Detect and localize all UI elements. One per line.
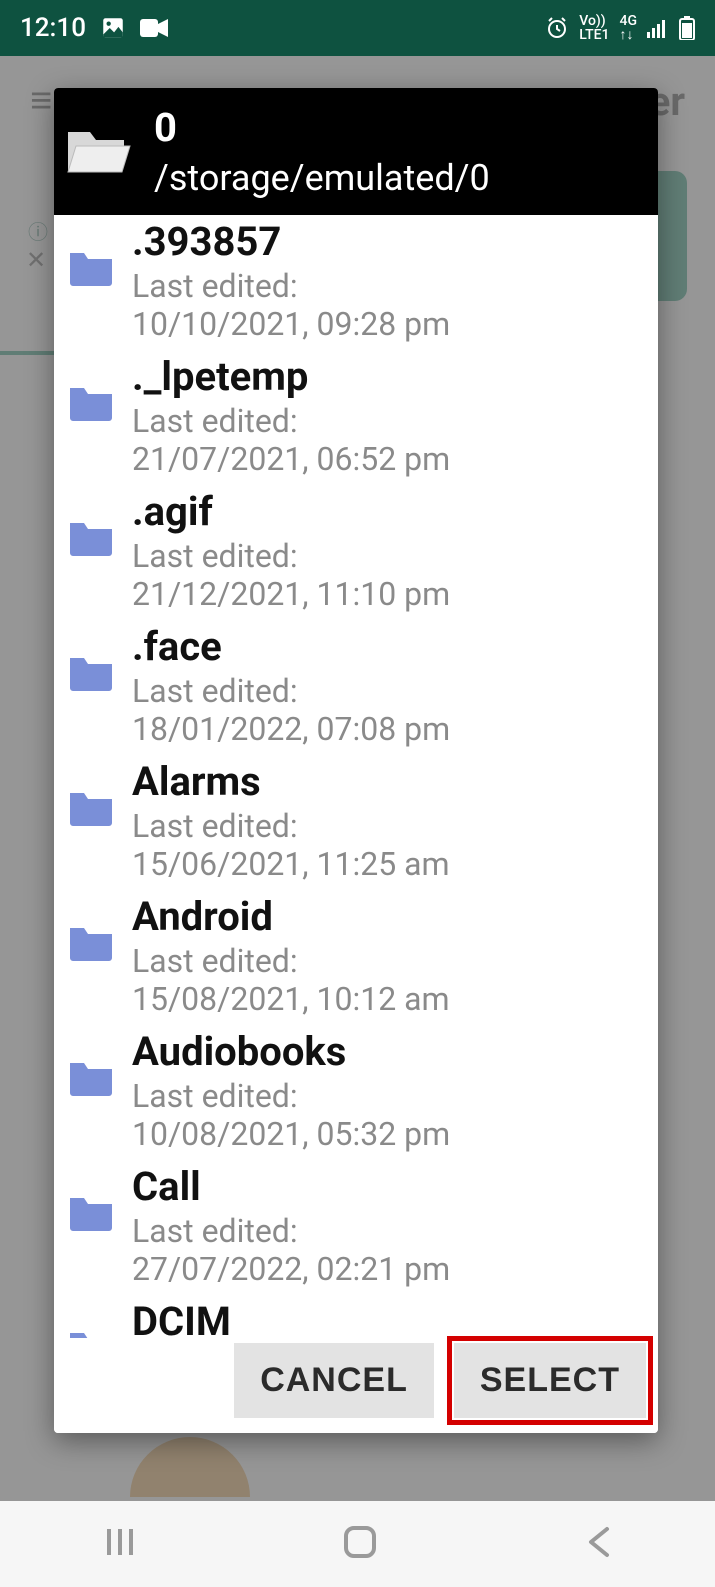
- folder-icon: [68, 517, 114, 561]
- list-item-text: AudiobooksLast edited:10/08/2021, 05:32 …: [132, 1029, 450, 1153]
- item-date: 21/07/2021, 06:52 pm: [132, 440, 450, 478]
- list-item[interactable]: AudiobooksLast edited:10/08/2021, 05:32 …: [62, 1025, 658, 1160]
- list-item[interactable]: .agifLast edited:21/12/2021, 11:10 pm: [62, 485, 658, 620]
- folder-icon: [68, 1192, 114, 1236]
- list-item-text: .393857Last edited:10/10/2021, 09:28 pm: [132, 219, 450, 343]
- item-name: Alarms: [132, 759, 450, 805]
- status-left: 12:10: [20, 13, 168, 43]
- folder-icon: [68, 787, 114, 831]
- list-item-text: AndroidLast edited:15/08/2021, 10:12 am: [132, 894, 450, 1018]
- select-button[interactable]: SELECT: [454, 1343, 646, 1418]
- list-item[interactable]: .faceLast edited:18/01/2022, 07:08 pm: [62, 620, 658, 755]
- item-name: .face: [132, 624, 450, 670]
- list-item-text: .agifLast edited:21/12/2021, 11:10 pm: [132, 489, 450, 613]
- list-item[interactable]: AndroidLast edited:15/08/2021, 10:12 am: [62, 890, 658, 1025]
- last-edited-label: Last edited:: [132, 267, 450, 305]
- battery-icon: [679, 16, 695, 40]
- item-name: Android: [132, 894, 450, 940]
- list-item[interactable]: ._lpetempLast edited:21/07/2021, 06:52 p…: [62, 350, 658, 485]
- item-date: 15/06/2021, 11:25 am: [132, 845, 450, 883]
- last-edited-label: Last edited:: [132, 537, 450, 575]
- item-name: .agif: [132, 489, 450, 535]
- list-item-text: .faceLast edited:18/01/2022, 07:08 pm: [132, 624, 450, 748]
- dialog-header: 0 /storage/emulated/0: [54, 88, 658, 215]
- alarm-icon: [545, 16, 569, 40]
- last-edited-label: Last edited:: [132, 402, 450, 440]
- list-item-text: AlarmsLast edited:15/06/2021, 11:25 am: [132, 759, 450, 883]
- recents-icon[interactable]: [103, 1525, 137, 1563]
- last-edited-label: Last edited:: [132, 942, 450, 980]
- item-date: 10/08/2021, 05:32 pm: [132, 1115, 450, 1153]
- item-date: 21/12/2021, 11:10 pm: [132, 575, 450, 613]
- navigation-bar: [0, 1501, 715, 1587]
- volte-indicator: Vo)) LTE1: [579, 14, 609, 42]
- item-name: Audiobooks: [132, 1029, 450, 1075]
- open-folder-icon: [64, 122, 134, 182]
- last-edited-label: Last edited:: [132, 1077, 450, 1115]
- cancel-button[interactable]: CANCEL: [234, 1343, 434, 1418]
- item-date: 10/10/2021, 09:28 pm: [132, 305, 450, 343]
- status-bar: 12:10 Vo)) LTE1 4G ↑↓: [0, 0, 715, 56]
- item-name: ._lpetemp: [132, 354, 450, 400]
- list-item-text: CallLast edited:27/07/2022, 02:21 pm: [132, 1164, 450, 1288]
- list-item[interactable]: AlarmsLast edited:15/06/2021, 11:25 am: [62, 755, 658, 890]
- list-item[interactable]: CallLast edited:27/07/2022, 02:21 pm: [62, 1160, 658, 1295]
- volte-bottom: LTE1: [579, 27, 609, 43]
- folder-list[interactable]: .393857Last edited:10/10/2021, 09:28 pm.…: [54, 215, 658, 1338]
- dialog-buttons: CANCEL SELECT: [54, 1338, 658, 1433]
- last-edited-label: Last edited:: [132, 807, 450, 845]
- folder-icon: [68, 652, 114, 696]
- item-name: Call: [132, 1164, 450, 1210]
- list-item[interactable]: .393857Last edited:10/10/2021, 09:28 pm: [62, 215, 658, 350]
- folder-icon: [68, 1057, 114, 1101]
- signal-icon: [647, 18, 669, 38]
- video-icon: [140, 17, 168, 39]
- folder-icon: [68, 922, 114, 966]
- last-edited-label: Last edited:: [132, 672, 450, 710]
- current-folder-name: 0: [154, 104, 490, 151]
- data-arrows-icon: ↑↓: [620, 27, 634, 43]
- folder-icon: [68, 1327, 114, 1338]
- list-item-text: DCIMLast edited:: [132, 1299, 298, 1338]
- image-icon: [100, 15, 126, 41]
- folder-icon: [68, 247, 114, 291]
- dialog-header-text: 0 /storage/emulated/0: [154, 104, 490, 199]
- back-icon[interactable]: [583, 1525, 613, 1563]
- list-item-text: ._lpetempLast edited:21/07/2021, 06:52 p…: [132, 354, 450, 478]
- last-edited-label: Last edited:: [132, 1212, 450, 1250]
- folder-icon: [68, 382, 114, 426]
- list-item[interactable]: DCIMLast edited:: [62, 1295, 658, 1338]
- item-date: 27/07/2022, 02:21 pm: [132, 1250, 450, 1288]
- status-time: 12:10: [20, 13, 86, 43]
- current-folder-path: /storage/emulated/0: [154, 157, 490, 199]
- item-name: DCIM: [132, 1299, 298, 1338]
- item-date: 15/08/2021, 10:12 am: [132, 980, 450, 1018]
- data-indicator: 4G ↑↓: [620, 14, 638, 42]
- item-date: 18/01/2022, 07:08 pm: [132, 710, 450, 748]
- folder-picker-dialog: 0 /storage/emulated/0 .393857Last edited…: [54, 88, 658, 1433]
- home-icon[interactable]: [342, 1524, 378, 1564]
- item-name: .393857: [132, 219, 450, 265]
- status-right: Vo)) LTE1 4G ↑↓: [545, 14, 695, 42]
